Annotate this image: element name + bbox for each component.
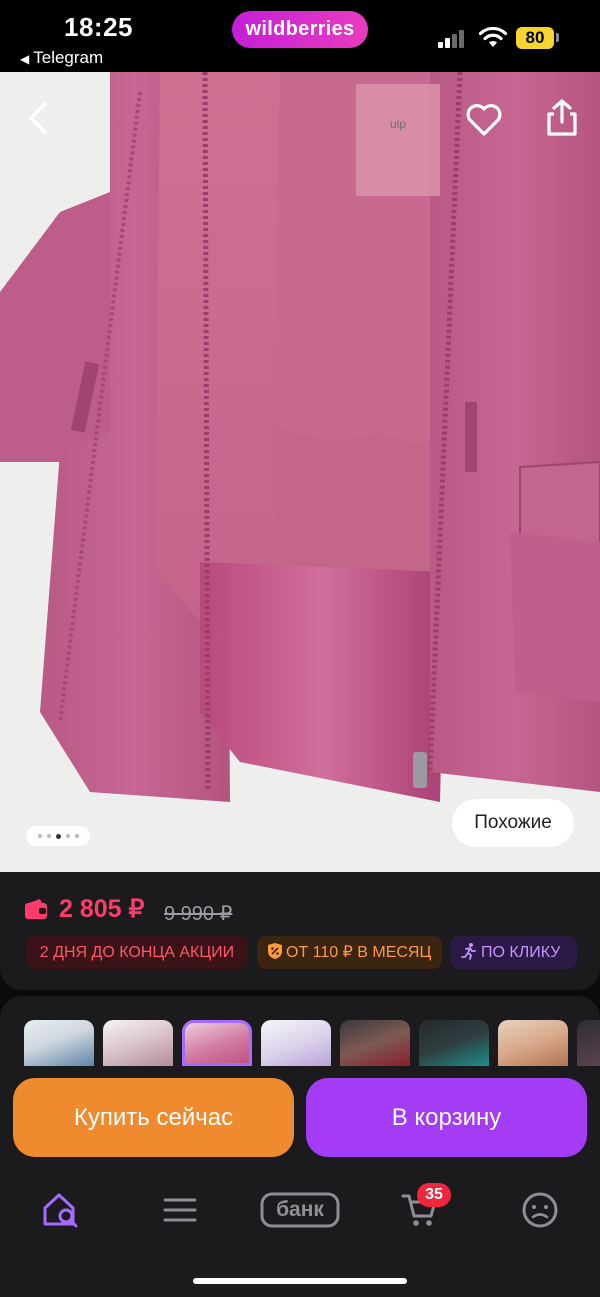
favorite-button[interactable]	[460, 96, 508, 144]
share-icon	[547, 99, 577, 136]
heart-icon	[466, 104, 502, 136]
tab-home-search[interactable]	[31, 1186, 91, 1234]
home-indicator	[193, 1278, 407, 1284]
sale-countdown-badge[interactable]: 2 ДНЯ ДО КОНЦА АКЦИИ	[26, 936, 248, 969]
gallery-pagination	[26, 826, 90, 846]
menu-icon	[163, 1198, 197, 1222]
share-button[interactable]	[538, 94, 586, 142]
price-section: 2 805 ₽ 9 990 ₽ 2 ДНЯ ДО КОНЦА АКЦИИ ОТ …	[0, 872, 600, 990]
price-current: 2 805 ₽	[59, 895, 145, 923]
product-image[interactable]: ulp Похожие	[0, 72, 600, 872]
status-bar: 18:25 ◀ Telegram wildberries 80	[0, 0, 600, 72]
profile-icon	[522, 1192, 558, 1228]
variant-thumbnail[interactable]	[261, 1020, 331, 1066]
one-click-label: ПО КЛИКУ	[481, 944, 561, 961]
variant-thumbnail[interactable]	[419, 1020, 489, 1066]
wifi-icon	[478, 26, 508, 47]
variant-thumbnail[interactable]	[577, 1020, 600, 1066]
cart-count-badge: 35	[417, 1183, 451, 1207]
bank-label: банк	[276, 1198, 324, 1221]
variant-thumbnail[interactable]	[340, 1020, 410, 1066]
shield-percent-icon	[268, 943, 282, 959]
battery-level: 80	[516, 27, 554, 49]
variant-thumbnail-selected[interactable]	[182, 1020, 252, 1066]
clock: 18:25	[64, 12, 133, 42]
home-search-icon	[43, 1193, 78, 1228]
tab-profile[interactable]	[510, 1186, 570, 1234]
wallet-icon	[25, 899, 47, 919]
jacket-illustration: ulp	[0, 72, 600, 872]
one-click-badge[interactable]: ПО КЛИКУ	[450, 936, 577, 969]
buy-now-button[interactable]: Купить сейчас	[13, 1078, 294, 1157]
gallery-dot	[74, 834, 79, 838]
color-variant-thumbnails[interactable]	[24, 1020, 600, 1066]
similar-products-button[interactable]: Похожие	[452, 799, 574, 847]
back-button[interactable]	[14, 94, 62, 142]
installment-badge[interactable]: ОТ 110 ₽ В МЕСЯЦ	[257, 936, 442, 969]
variant-thumbnail[interactable]	[24, 1020, 94, 1066]
add-to-cart-button[interactable]: В корзину	[306, 1078, 587, 1157]
cellular-signal-icon	[438, 28, 468, 48]
gallery-dot	[65, 834, 70, 838]
installment-label: ОТ 110 ₽ В МЕСЯЦ	[286, 944, 432, 961]
tab-catalog[interactable]	[150, 1186, 210, 1234]
variant-thumbnail[interactable]	[498, 1020, 568, 1066]
gallery-dot	[37, 834, 42, 838]
tab-bank[interactable]: банк	[260, 1186, 340, 1234]
back-triangle-icon: ◀	[20, 52, 30, 66]
back-app-label: Telegram	[33, 48, 104, 67]
gallery-dot-active	[55, 833, 61, 839]
gallery-dot	[46, 834, 51, 838]
back-to-telegram-link[interactable]: ◀ Telegram	[20, 48, 103, 68]
svg-text:ulp: ulp	[390, 117, 406, 131]
price-old: 9 990 ₽	[164, 903, 233, 925]
running-person-icon	[461, 943, 476, 960]
chevron-left-icon	[29, 102, 47, 134]
variant-thumbnail[interactable]	[103, 1020, 173, 1066]
battery-tip	[556, 33, 559, 42]
bottom-action-sheet: Купить сейчас В корзину банк 35	[0, 996, 600, 1297]
brand-logo: wildberries	[232, 11, 368, 48]
